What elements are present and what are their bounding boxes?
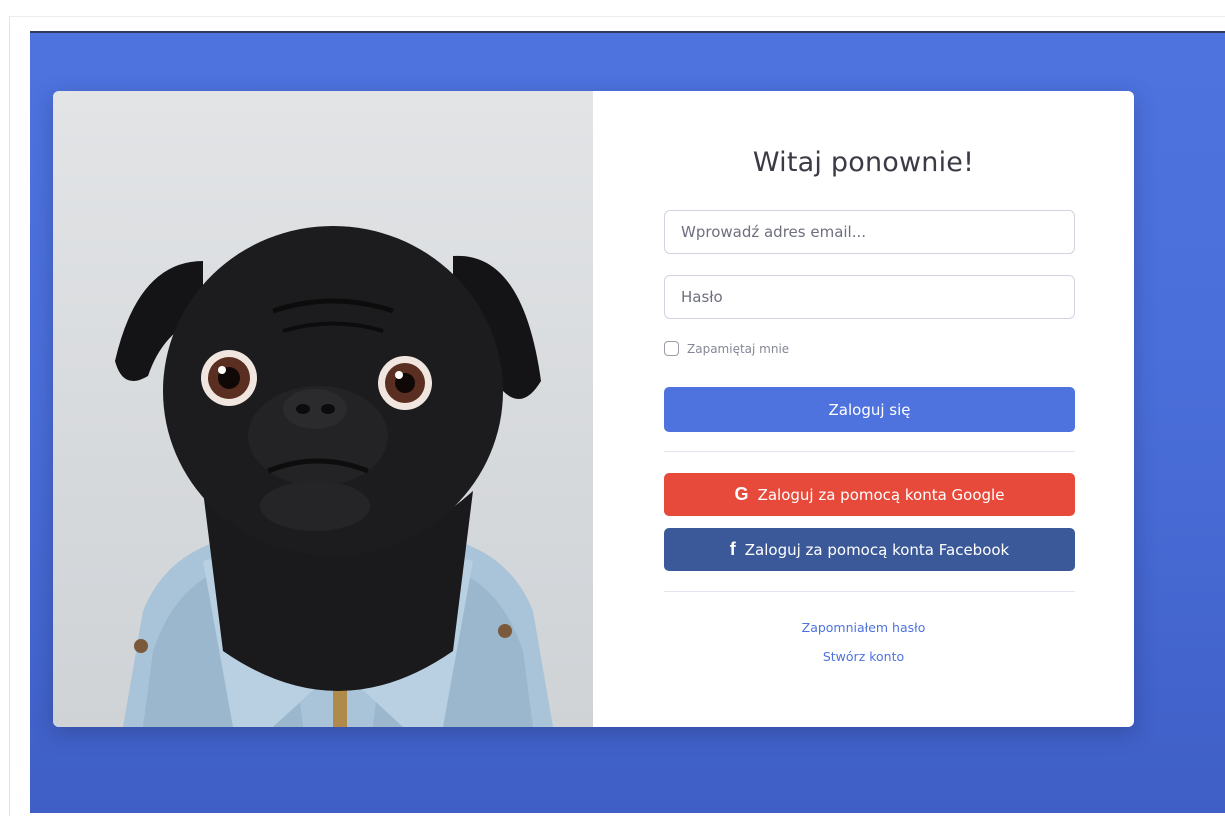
login-card: Witaj ponownie! Zapamiętaj mnie Zaloguj … <box>53 91 1134 727</box>
facebook-login-label: Zaloguj za pomocą konta Facebook <box>744 540 1010 559</box>
forgot-password-link[interactable]: Zapomniałem hasło <box>593 620 1134 635</box>
pug-photo <box>53 91 593 727</box>
password-input[interactable] <box>664 275 1075 319</box>
window-top-edge <box>9 16 1225 17</box>
pug-illustration <box>115 226 553 727</box>
remember-me-checkbox[interactable] <box>664 341 679 356</box>
google-icon: G <box>734 484 749 504</box>
window-left-edge <box>9 16 10 816</box>
login-button[interactable]: Zaloguj się <box>664 387 1075 432</box>
login-button-label: Zaloguj się <box>828 400 911 419</box>
google-login-button[interactable]: G Zaloguj za pomocą konta Google <box>664 473 1075 516</box>
facebook-login-button[interactable]: f Zaloguj za pomocą konta Facebook <box>664 528 1075 571</box>
login-form: Witaj ponownie! Zapamiętaj mnie Zaloguj … <box>593 91 1134 727</box>
screen: Witaj ponownie! Zapamiętaj mnie Zaloguj … <box>0 0 1225 826</box>
remember-me-row[interactable]: Zapamiętaj mnie <box>664 341 789 356</box>
divider <box>664 591 1075 592</box>
email-input[interactable] <box>664 210 1075 254</box>
google-login-label: Zaloguj za pomocą konta Google <box>757 485 1005 504</box>
divider <box>664 451 1075 452</box>
facebook-icon: f <box>729 539 736 559</box>
page-title: Witaj ponownie! <box>752 147 975 178</box>
remember-me-label: Zapamiętaj mnie <box>687 341 790 356</box>
create-account-link[interactable]: Stwórz konto <box>593 649 1134 664</box>
